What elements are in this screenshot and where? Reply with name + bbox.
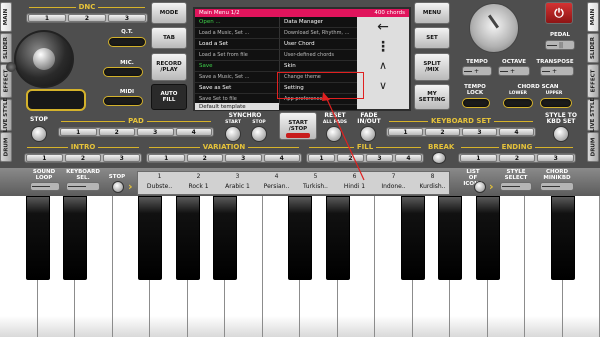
black-key[interactable] xyxy=(175,196,200,280)
black-key[interactable] xyxy=(63,196,87,280)
black-key[interactable] xyxy=(438,196,462,280)
black-key[interactable] xyxy=(138,196,162,280)
black-key[interactable] xyxy=(400,196,425,280)
black-key[interactable] xyxy=(213,196,237,280)
black-key[interactable] xyxy=(288,196,312,280)
black-key[interactable] xyxy=(325,196,350,280)
black-key[interactable] xyxy=(25,196,50,280)
black-key[interactable] xyxy=(550,196,575,280)
black-key[interactable] xyxy=(475,196,500,280)
